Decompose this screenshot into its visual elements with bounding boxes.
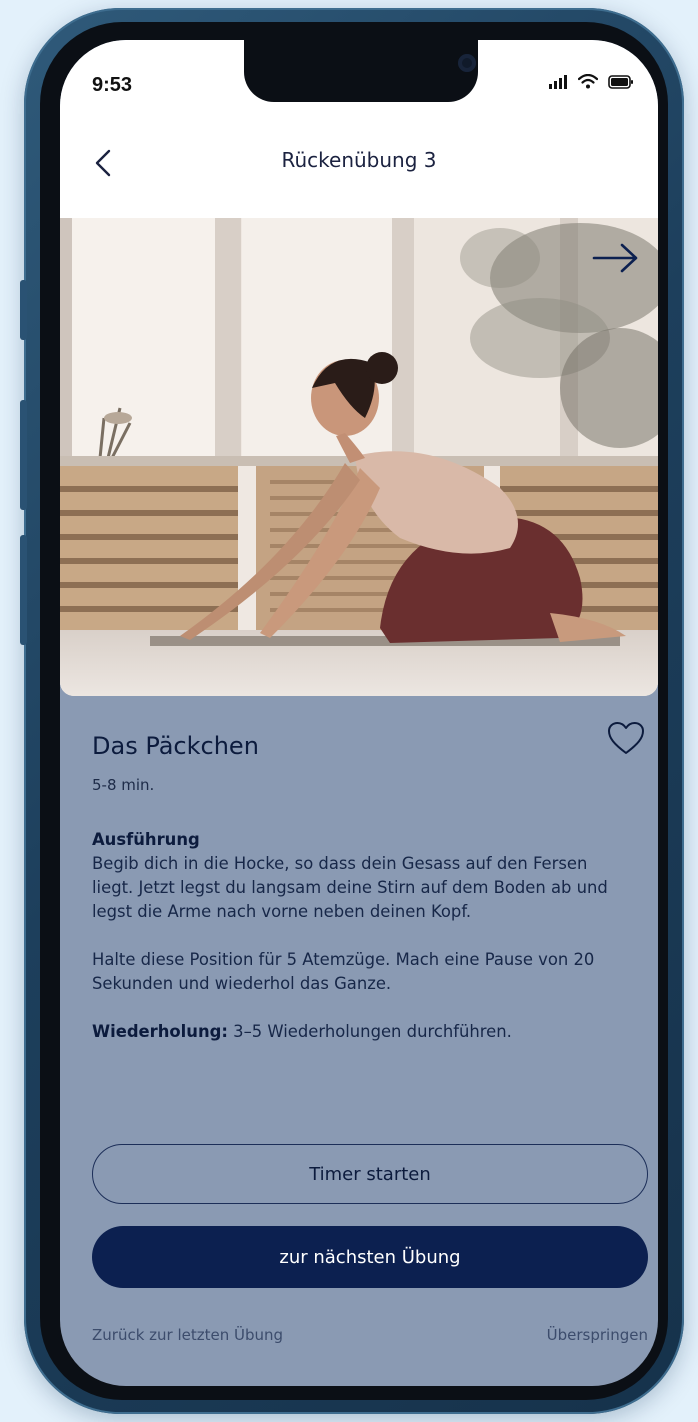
volume-down-button bbox=[20, 535, 27, 645]
exercise-photo bbox=[60, 218, 658, 696]
battery-icon bbox=[608, 74, 633, 89]
app-screen: 9:53 Rückenübung 3 Das Päckchen 5-8 min.… bbox=[60, 40, 658, 1386]
execution-heading: Ausführung bbox=[92, 830, 200, 849]
execution-text: Begib dich in die Hocke, so dass dein Ge… bbox=[92, 854, 608, 921]
signal-bars-icon bbox=[549, 74, 567, 89]
repetition-text: 3–5 Wiederholungen durchführen. bbox=[233, 1022, 512, 1041]
exercise-details: Das Päckchen 5-8 min. Ausführung Begib d… bbox=[60, 696, 658, 1386]
status-time: 9:53 bbox=[92, 74, 133, 96]
front-camera bbox=[458, 54, 476, 72]
skip-link[interactable]: Überspringen bbox=[547, 1326, 648, 1344]
previous-exercise-link[interactable]: Zurück zur letzten Übung bbox=[92, 1326, 283, 1344]
exercise-description: Ausführung Begib dich in die Hocke, so d… bbox=[92, 828, 632, 1044]
status-icons bbox=[548, 74, 634, 89]
arrow-right-icon bbox=[592, 243, 638, 273]
heart-outline-icon bbox=[608, 722, 644, 754]
start-timer-button[interactable]: Timer starten bbox=[92, 1144, 648, 1204]
mute-switch bbox=[20, 280, 27, 340]
favorite-button[interactable] bbox=[606, 720, 646, 756]
exercise-duration: 5-8 min. bbox=[92, 776, 155, 794]
hold-text: Halte diese Position für 5 Atemzüge. Mac… bbox=[92, 950, 595, 993]
wifi-icon bbox=[578, 74, 598, 89]
exercise-name: Das Päckchen bbox=[92, 732, 259, 760]
notch bbox=[244, 40, 478, 102]
next-image-button[interactable] bbox=[588, 238, 644, 278]
repetition-label: Wiederholung: bbox=[92, 1022, 228, 1041]
next-exercise-button[interactable]: zur nächsten Übung bbox=[92, 1226, 648, 1288]
page-title: Rückenübung 3 bbox=[281, 148, 437, 172]
volume-up-button bbox=[20, 400, 27, 510]
repetition-line: Wiederholung: 3–5 Wiederholungen durchfü… bbox=[92, 1020, 632, 1044]
